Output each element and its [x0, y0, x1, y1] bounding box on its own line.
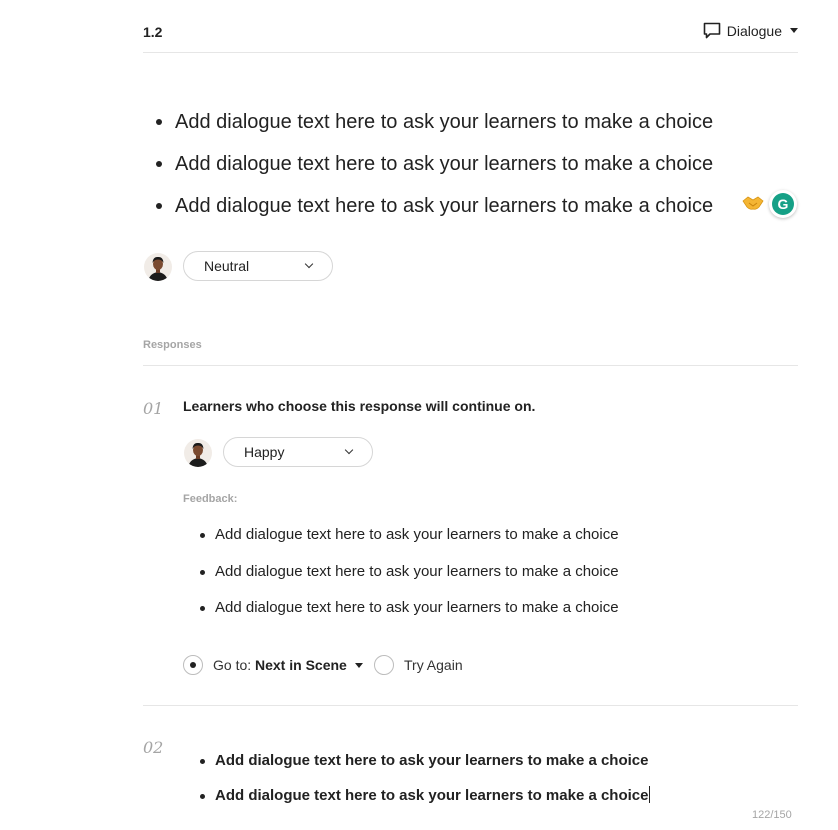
block-type-label: Dialogue — [726, 22, 782, 39]
expression-label: Neutral — [204, 258, 250, 274]
scene-header: 1.2 Dialogue — [143, 0, 798, 53]
chevron-down-icon — [304, 259, 314, 269]
caret-down-icon — [790, 28, 798, 33]
goto-destination-label: Next in Scene — [255, 657, 347, 673]
speech-bubble-icon — [703, 22, 721, 39]
response-number: 02 — [143, 738, 164, 757]
character-counter: 122/150 — [752, 809, 792, 821]
goto-label: Go to: — [213, 657, 252, 673]
dialogue-list[interactable]: Add dialogue text here to ask your learn… — [155, 108, 713, 234]
response-text-list[interactable]: Add dialogue text here to ask your learn… — [199, 751, 651, 821]
grammarly-button[interactable]: G — [769, 190, 797, 218]
text-cursor — [649, 786, 651, 803]
feedback-line[interactable]: Add dialogue text here to ask your learn… — [200, 562, 619, 599]
feedback-label: Feedback: — [183, 493, 238, 505]
feedback-line[interactable]: Add dialogue text here to ask your learn… — [200, 598, 619, 635]
block-type-dropdown[interactable]: Dialogue — [703, 22, 798, 39]
feedback-line[interactable]: Add dialogue text here to ask your learn… — [200, 525, 619, 562]
try-again-radio[interactable] — [374, 655, 394, 675]
goto-destination-dropdown[interactable]: Next in Scene — [255, 657, 363, 673]
grammarly-icon: G — [772, 193, 794, 215]
response-line[interactable]: Add dialogue text here to ask your learn… — [199, 786, 651, 821]
response-title[interactable]: Learners who choose this response will c… — [183, 398, 535, 414]
responses-heading: Responses — [143, 339, 202, 351]
dialogue-line[interactable]: Add dialogue text here to ask your learn… — [155, 192, 713, 234]
caret-down-icon — [354, 662, 363, 668]
goto-radio[interactable] — [183, 655, 203, 675]
response-number: 01 — [143, 399, 164, 418]
response-line-text: Add dialogue text here to ask your learn… — [215, 787, 649, 804]
divider — [143, 365, 798, 366]
try-again-label: Try Again — [404, 657, 463, 673]
expression-dropdown[interactable]: Happy — [223, 437, 373, 467]
dialogue-line[interactable]: Add dialogue text here to ask your learn… — [155, 108, 713, 150]
character-avatar[interactable] — [144, 253, 172, 281]
response-line[interactable]: Add dialogue text here to ask your learn… — [199, 751, 650, 786]
feedback-list[interactable]: Add dialogue text here to ask your learn… — [200, 525, 619, 635]
handshake-icon[interactable] — [742, 194, 764, 212]
divider — [143, 705, 798, 706]
dialogue-line[interactable]: Add dialogue text here to ask your learn… — [155, 150, 713, 192]
character-avatar[interactable] — [184, 439, 212, 467]
chevron-down-icon — [344, 445, 354, 455]
scene-number: 1.2 — [143, 24, 163, 40]
expression-dropdown[interactable]: Neutral — [183, 251, 333, 281]
expression-label: Happy — [244, 444, 285, 460]
